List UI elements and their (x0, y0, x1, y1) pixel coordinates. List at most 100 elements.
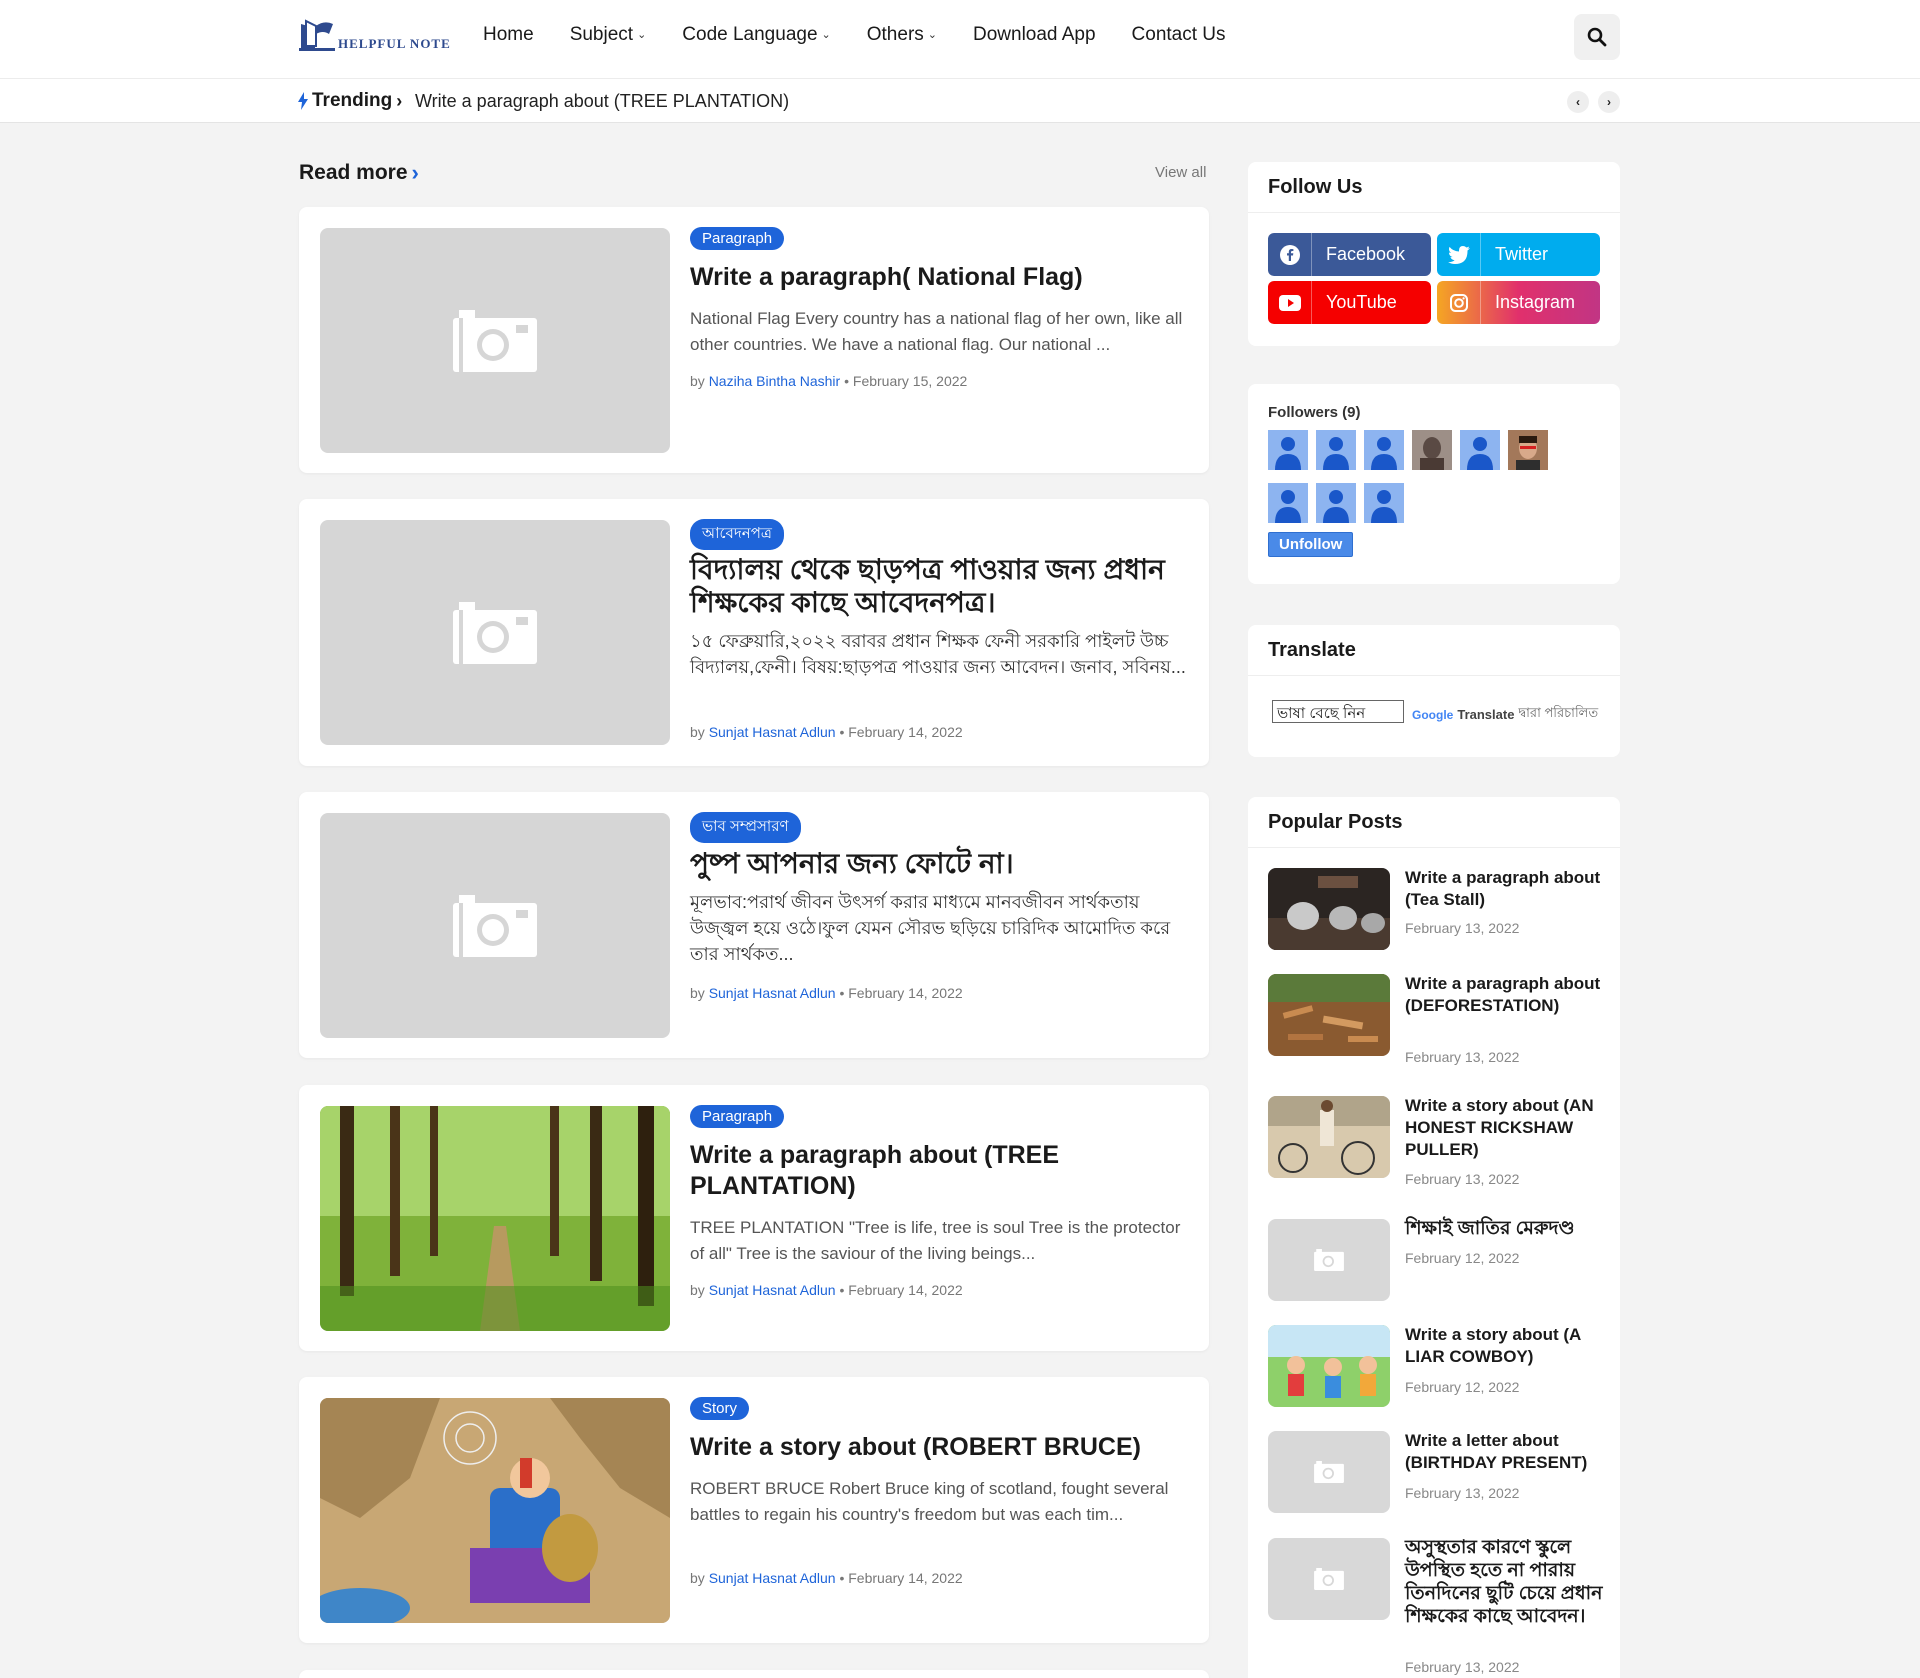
nav-contact-us[interactable]: Contact Us (1132, 24, 1226, 46)
nav-code-language[interactable]: Code Language ⌄ (682, 24, 830, 46)
site-logo[interactable]: HELPFUL NOTE (299, 18, 451, 54)
post-author[interactable]: Sunjat Hasnat Adlun (709, 985, 836, 1001)
nav-label: Code Language (682, 24, 818, 45)
post-title[interactable]: Write a story about (ROBERT BRUCE) (690, 1432, 1190, 1463)
facebook-icon (1268, 233, 1312, 276)
category-badge[interactable]: Story (690, 1397, 750, 1420)
avatar[interactable] (1412, 430, 1452, 470)
post-excerpt: ROBERT BRUCE Robert Bruce king of scotla… (690, 1479, 1169, 1524)
trending-prev-button[interactable]: ‹ (1567, 91, 1589, 113)
popular-posts-widget: Popular Posts Write a paragraph about (T… (1248, 797, 1620, 1678)
post-excerpt: মূলভাব:পরার্থ জীবন উৎসর্গ করার মাধ্যমে ম… (690, 892, 1171, 964)
post-thumbnail[interactable] (320, 520, 670, 745)
post-date: February 14, 2022 (848, 724, 963, 740)
nav-label: Download App (973, 24, 1096, 45)
popular-post-title[interactable]: Write a story about (AN HONEST RICKSHAW … (1405, 1095, 1605, 1161)
nav-home[interactable]: Home (483, 24, 534, 46)
post-title[interactable]: Write a paragraph( National Flag) (690, 262, 1190, 293)
nav-subject[interactable]: Subject ⌄ (570, 24, 647, 46)
popular-post-title[interactable]: Write a paragraph about (Tea Stall) (1405, 867, 1605, 911)
post-thumbnail[interactable] (320, 1106, 670, 1331)
trending-link[interactable]: Write a paragraph about (TREE PLANTATION… (415, 91, 789, 112)
popular-post-thumbnail[interactable] (1268, 1096, 1390, 1178)
post-author[interactable]: Sunjat Hasnat Adlun (709, 724, 836, 740)
avatar[interactable] (1316, 430, 1356, 470)
social-label: Twitter (1495, 244, 1549, 264)
post-excerpt: National Flag Every country has a nation… (690, 309, 1183, 354)
lightning-icon (298, 92, 308, 110)
post-author[interactable]: Sunjat Hasnat Adlun (709, 1282, 836, 1298)
by-label: by (690, 724, 705, 740)
popular-post-date: February 12, 2022 (1405, 1250, 1520, 1266)
post-date: February 15, 2022 (852, 373, 968, 389)
popular-post-thumbnail[interactable] (1268, 974, 1390, 1056)
post-title[interactable]: বিদ্যালয় থেকে ছাড়পত্র পাওয়ার জন্য প্র… (690, 553, 1190, 619)
avatar[interactable] (1364, 483, 1404, 523)
post-author[interactable]: Naziha Bintha Nashir (709, 373, 841, 389)
view-all-link[interactable]: View all (1155, 164, 1206, 181)
post-author[interactable]: Sunjat Hasnat Adlun (709, 1570, 836, 1586)
facebook-button[interactable]: Facebook (1268, 233, 1431, 276)
nav-others[interactable]: Others ⌄ (867, 24, 937, 46)
category-badge[interactable]: আবেদনপত্র (690, 519, 784, 550)
youtube-button[interactable]: YouTube (1268, 281, 1431, 324)
chevron-right-icon: › (1607, 95, 1611, 109)
nav-label: Others (866, 24, 924, 45)
post-meta: by Sunjat Hasnat Adlun • February 14, 20… (690, 1570, 963, 1586)
avatar[interactable] (1460, 430, 1500, 470)
search-button[interactable] (1574, 14, 1620, 60)
cave-story-image (320, 1398, 670, 1623)
post-title[interactable]: Write a paragraph about (TREE PLANTATION… (690, 1140, 1190, 1202)
trending-next-button[interactable]: › (1598, 91, 1620, 113)
trending-text-label: Trending (312, 90, 393, 111)
instagram-button[interactable]: Instagram (1437, 281, 1600, 324)
camera-icon (1314, 1568, 1344, 1590)
instagram-icon (1437, 281, 1481, 324)
followers-widget: Followers (9) Unfollow (1248, 384, 1620, 584)
divider (1248, 212, 1620, 213)
post-thumbnail[interactable] (320, 1398, 670, 1623)
post-thumbnail[interactable] (320, 228, 670, 453)
avatar[interactable] (1268, 483, 1308, 523)
social-label: Facebook (1326, 244, 1406, 264)
powered-suffix: দ্বারা পরিচালিত (1518, 705, 1599, 720)
post-meta: by Sunjat Hasnat Adlun • February 14, 20… (690, 985, 963, 1001)
post-thumbnail[interactable] (320, 813, 670, 1038)
category-badge[interactable]: Paragraph (690, 227, 785, 250)
popular-post-thumbnail[interactable] (1268, 868, 1390, 950)
category-badge[interactable]: Paragraph (690, 1105, 785, 1128)
youtube-icon (1268, 281, 1312, 324)
by-label: by (690, 373, 705, 389)
language-select[interactable]: ভাষা বেছে নিন (1272, 700, 1404, 723)
widget-title: Follow Us (1268, 176, 1363, 198)
avatar[interactable] (1364, 430, 1404, 470)
trending-bar: Trending › Write a paragraph about (TREE… (0, 79, 1920, 123)
popular-post-thumbnail[interactable] (1268, 1325, 1390, 1407)
popular-post-title[interactable]: Write a letter about (BIRTHDAY PRESENT) (1405, 1430, 1605, 1474)
popular-post-title[interactable]: Write a paragraph about (DEFORESTATION) (1405, 973, 1605, 1017)
category-badge[interactable]: ভাব সম্প্রসারণ (690, 812, 801, 843)
avatar[interactable] (1316, 483, 1356, 523)
nav-label: Contact Us (1131, 24, 1226, 45)
followers-title: Followers (9) (1268, 404, 1361, 421)
nav-download-app[interactable]: Download App (973, 24, 1096, 46)
popular-post-date: February 13, 2022 (1405, 1171, 1520, 1187)
chevron-down-icon: ⌄ (821, 28, 831, 41)
tea-stall-image (1268, 868, 1390, 950)
rickshaw-image (1268, 1096, 1390, 1178)
post-card: Story Write a story about (ROBERT BRUCE)… (299, 1377, 1209, 1643)
unfollow-button[interactable]: Unfollow (1268, 532, 1354, 557)
popular-post-title[interactable]: শিক্ষাই জাতির মেরুদণ্ড (1405, 1217, 1605, 1240)
popular-post-thumbnail[interactable] (1268, 1538, 1390, 1620)
popular-post-title[interactable]: Write a story about (A LIAR COWBOY) (1405, 1324, 1605, 1368)
post-title[interactable]: পুষ্প আপনার জন্য ফোটে না। (690, 847, 1190, 880)
popular-post-thumbnail[interactable] (1268, 1219, 1390, 1301)
avatar[interactable] (1268, 430, 1308, 470)
translate-word[interactable]: Translate (1457, 707, 1514, 722)
twitter-button[interactable]: Twitter (1437, 233, 1600, 276)
popular-post-thumbnail[interactable] (1268, 1431, 1390, 1513)
translate-widget: Translate ভাষা বেছে নিন Google Translate… (1248, 625, 1620, 757)
popular-post-title[interactable]: অসুস্থতার কারণে স্কুলে উপস্থিত হতে না পা… (1405, 1536, 1605, 1628)
post-excerpt: ১৫ ফেব্রুয়ারি,২০২২ বরাবর প্রধান শিক্ষক … (690, 631, 1186, 677)
avatar[interactable] (1508, 430, 1548, 470)
